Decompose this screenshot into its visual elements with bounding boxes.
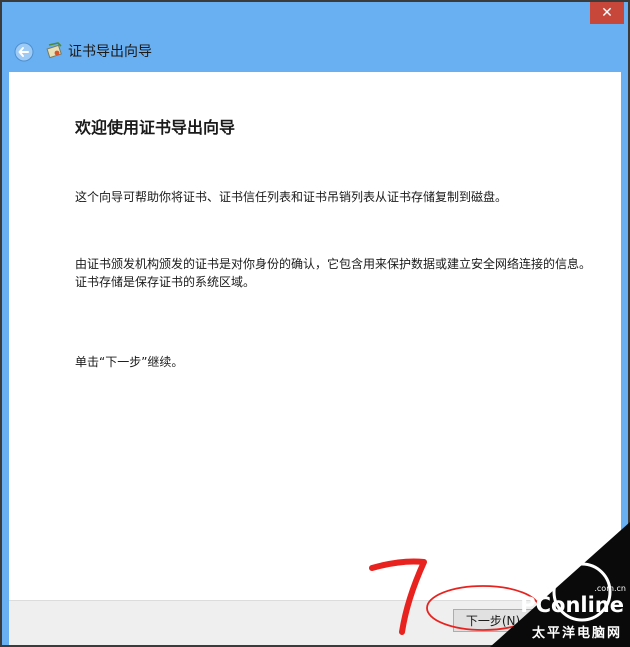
back-arrow-icon[interactable] [14,42,34,62]
watermark-domain: .com.cn [594,584,626,593]
wizard-header: 证书导出向导 [2,32,628,72]
page-heading: 欢迎使用证书导出向导 [75,118,236,137]
close-button[interactable]: ✕ [590,2,624,24]
description-paragraph: 由证书颁发机构颁发的证书是对你身份的确认，它包含用来保护数据或建立安全网络连接的… [75,257,592,289]
close-icon: ✕ [601,5,613,21]
intro-paragraph: 这个向导可帮助你将证书、证书信任列表和证书吊销列表从证书存储复制到磁盘。 [75,190,508,204]
watermark-subtitle: 太平洋电脑网 [531,626,622,641]
watermark-brand: PConline [520,593,624,617]
instruction-paragraph: 单击“下一步”继续。 [75,355,184,369]
title-bar: ✕ [2,2,628,32]
wizard-title: 证书导出向导 [68,44,152,60]
watermark: PConline 太平洋电脑网 .com.cn [490,522,630,647]
wizard-content: 欢迎使用证书导出向导 这个向导可帮助你将证书、证书信任列表和证书吊销列表从证书存… [9,72,621,600]
certificate-icon [46,42,62,59]
